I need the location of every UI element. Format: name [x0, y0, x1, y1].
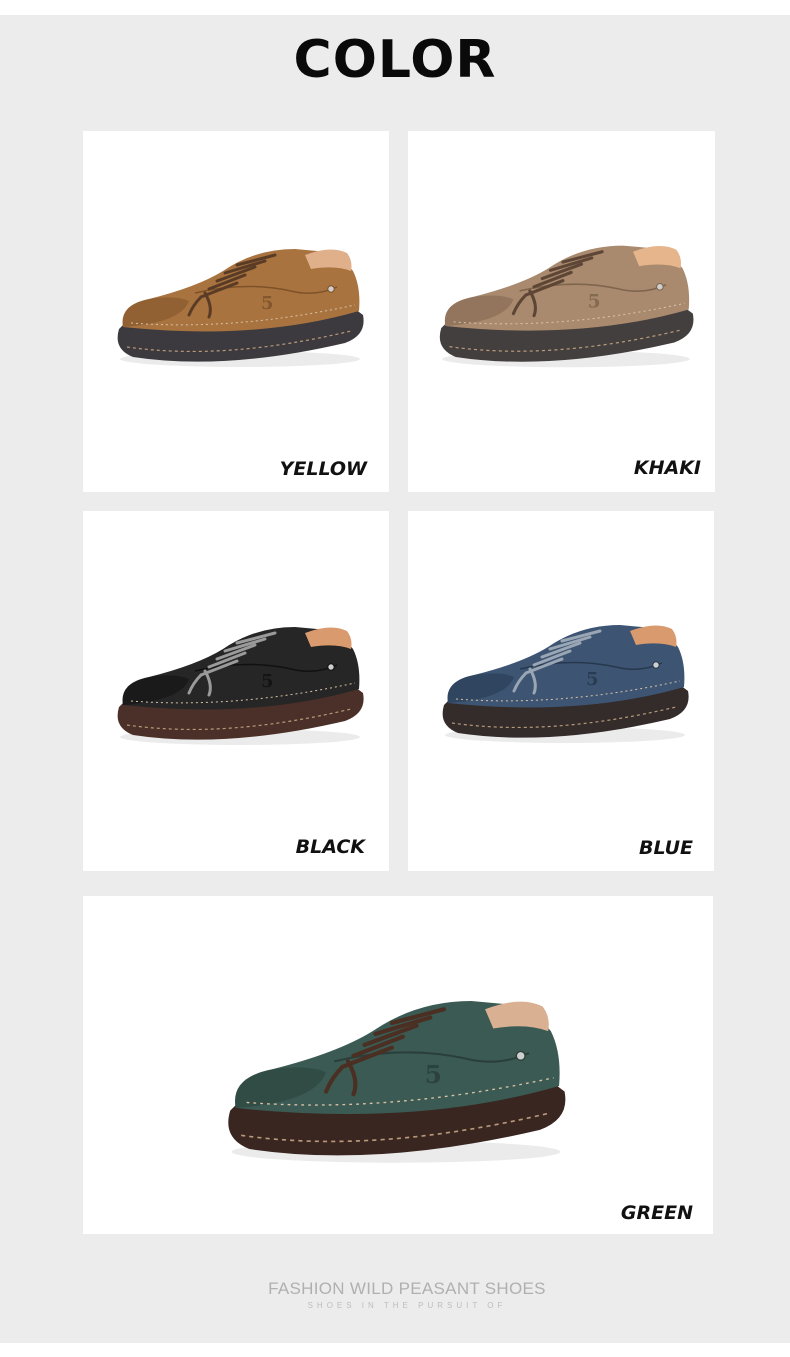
- color-card-blue[interactable]: 5 BLUE: [408, 511, 714, 871]
- color-card-yellow[interactable]: 5 YELLOW: [83, 131, 389, 492]
- svg-text:5: 5: [261, 671, 274, 692]
- color-card-green[interactable]: 5 GREEN: [83, 896, 713, 1234]
- shoe-image-black: 5: [117, 627, 364, 745]
- svg-text:5: 5: [586, 669, 599, 690]
- svg-text:5: 5: [588, 291, 601, 312]
- color-label-black: BLACK: [295, 836, 365, 858]
- section-title: COLOR: [293, 30, 497, 90]
- color-card-khaki[interactable]: 5 KHAKI: [408, 131, 715, 492]
- color-label-blue: BLUE: [639, 837, 693, 859]
- footer-subtitle: SHOES IN THE PURSUIT OF: [307, 1301, 507, 1310]
- color-card-black[interactable]: 5 BLACK: [83, 511, 389, 871]
- shoe-image-green: 5: [228, 1001, 566, 1163]
- footer-title: FASHION WILD PEASANT SHOES: [268, 1279, 546, 1298]
- product-color-page: COLOR 5 YELLOW 5 KHAKI 5 BLACK 5 BLUE 5 …: [0, 0, 790, 1357]
- svg-text:5: 5: [261, 293, 274, 314]
- color-label-khaki: KHAKI: [633, 457, 701, 479]
- svg-text:5: 5: [425, 1060, 442, 1089]
- color-label-green: GREEN: [620, 1202, 693, 1224]
- color-label-yellow: YELLOW: [279, 458, 367, 480]
- shoe-image-khaki: 5: [439, 245, 694, 368]
- shoe-image-yellow: 5: [117, 249, 364, 367]
- shoe-image-blue: 5: [442, 625, 689, 743]
